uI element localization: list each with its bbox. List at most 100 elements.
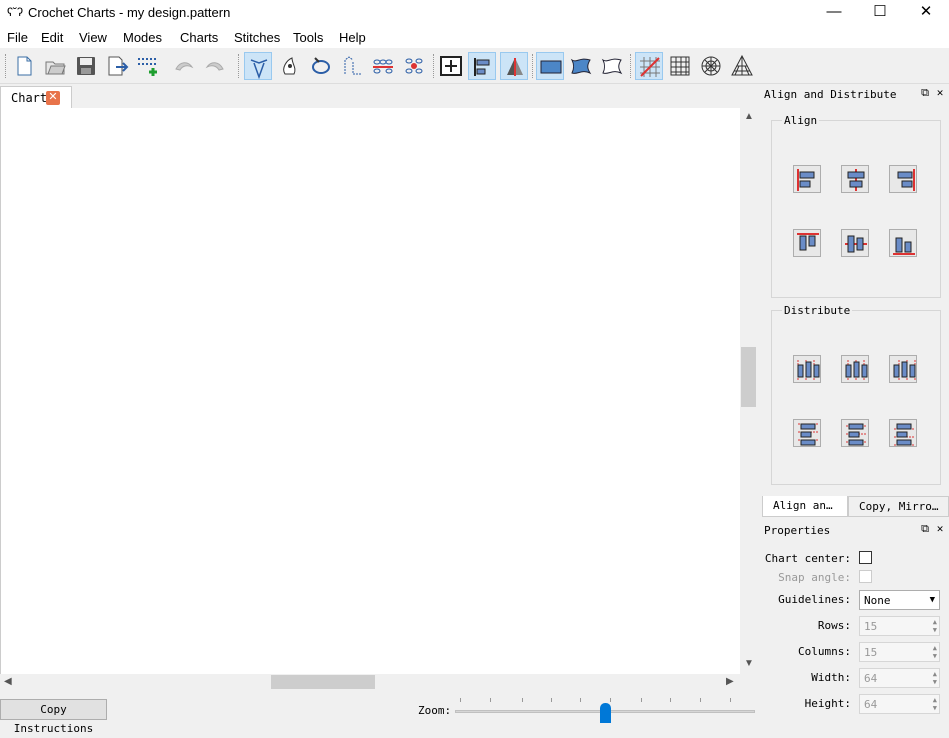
align-right-icon[interactable] [889, 165, 917, 193]
fit-view-icon[interactable] [437, 52, 465, 80]
crochet-icon: ʕ˘ʔ [7, 5, 23, 19]
align-left-icon[interactable] [793, 165, 821, 193]
columns-value: 15 [864, 646, 878, 659]
align-v-center-icon[interactable] [841, 229, 869, 257]
indicator-mode-icon[interactable] [338, 52, 366, 80]
properties-title: Properties [764, 524, 831, 537]
align-distribute-title: Align and Distribute [764, 88, 897, 101]
rows-row: Rows: 15 ▲ ▼ [762, 614, 949, 638]
menu-file[interactable]: File [7, 30, 28, 45]
menu-bar: File Edit View Modes Charts Stitches Too… [0, 26, 949, 48]
distribute-v-center-icon[interactable] [841, 419, 869, 447]
dock-tab-bar: Align an… Copy, Mirro… [762, 495, 949, 517]
height-spinbox[interactable]: 64 ▲ ▼ [859, 694, 940, 714]
tab-chart[interactable]: Chart ✕ [0, 86, 72, 108]
distribute-group: Distribute [771, 304, 941, 485]
tab-align-distribute[interactable]: Align an… [762, 496, 848, 517]
align-icon[interactable] [468, 52, 496, 80]
zoom-slider-handle[interactable] [600, 703, 611, 723]
menu-modes[interactable]: Modes [123, 30, 162, 45]
triangle-guidelines-icon[interactable] [728, 52, 756, 80]
close-button[interactable]: ✕ [903, 0, 949, 26]
free-select-icon[interactable] [598, 52, 626, 80]
round-guidelines-icon[interactable] [697, 52, 725, 80]
scroll-left-icon[interactable]: ◀ [4, 676, 12, 687]
color-mode-icon[interactable] [276, 52, 304, 80]
horizontal-scroll-thumb[interactable] [271, 675, 375, 689]
tab-copy-mirror[interactable]: Copy, Mirro… [848, 496, 949, 517]
close-icon[interactable]: ✕ [933, 86, 947, 99]
chart-center-label: Chart center: [764, 552, 851, 565]
minimize-button[interactable]: — [811, 0, 857, 26]
menu-tools[interactable]: Tools [293, 30, 323, 45]
title-bar: ʕ˘ʔ Crochet Charts - my design.pattern —… [0, 0, 949, 26]
float-icon[interactable]: ⧉ [918, 86, 932, 100]
undo-icon[interactable] [170, 52, 198, 80]
toolbar-handle [5, 54, 6, 78]
maximize-button[interactable]: ☐ [857, 0, 903, 26]
vertical-scroll-thumb[interactable] [741, 347, 756, 407]
distribute-right-icon[interactable] [889, 355, 917, 383]
snap-angle-row: Snap angle: [762, 566, 949, 590]
scroll-right-icon[interactable]: ▶ [726, 676, 734, 687]
grid-guidelines-icon[interactable] [666, 52, 694, 80]
align-top-icon[interactable] [793, 229, 821, 257]
scroll-down-icon[interactable]: ▼ [744, 658, 754, 669]
horizontal-scrollbar[interactable]: ◀ ▶ [0, 674, 740, 690]
tab-chart-label: Chart [11, 91, 48, 105]
width-row: Width: 64 ▲ ▼ [762, 666, 949, 690]
stitch-edit-mode-icon[interactable] [244, 52, 272, 80]
spin-arrows-icon[interactable]: ▲ ▼ [933, 670, 937, 686]
menu-stitches[interactable]: Stitches [234, 30, 280, 45]
distribute-h-center-icon[interactable] [841, 355, 869, 383]
columns-label: Columns: [798, 645, 851, 658]
save-icon[interactable] [72, 52, 100, 80]
distribute-bottom-icon[interactable] [889, 419, 917, 447]
spin-arrows-icon[interactable]: ▲ ▼ [933, 696, 937, 712]
chevron-down-icon: ▼ [929, 595, 935, 605]
rectangle-select-icon[interactable] [536, 52, 564, 80]
snap-angle-checkbox[interactable] [859, 570, 872, 583]
mirror-icon[interactable] [500, 52, 528, 80]
menu-edit[interactable]: Edit [41, 30, 63, 45]
align-bottom-icon[interactable] [889, 229, 917, 257]
row-edit-icon[interactable] [369, 52, 397, 80]
properties-header: Properties ⧉ ✕ [762, 520, 949, 540]
width-label: Width: [811, 671, 851, 684]
guidelines-select[interactable]: None ▼ [859, 590, 940, 610]
guidelines-none-icon[interactable] [635, 52, 663, 80]
new-document-icon[interactable] [10, 52, 38, 80]
align-group: Align [771, 114, 941, 298]
vertical-scrollbar[interactable]: ▲ ▼ [740, 108, 757, 674]
rows-spinbox[interactable]: 15 ▲ ▼ [859, 616, 940, 636]
columns-spinbox[interactable]: 15 ▲ ▼ [859, 642, 940, 662]
menu-help[interactable]: Help [339, 30, 366, 45]
scroll-up-icon[interactable]: ▲ [744, 111, 754, 122]
add-chart-icon[interactable] [134, 52, 162, 80]
menu-view[interactable]: View [79, 30, 107, 45]
align-h-center-icon[interactable] [841, 165, 869, 193]
redo-icon[interactable] [201, 52, 229, 80]
width-spinbox[interactable]: 64 ▲ ▼ [859, 668, 940, 688]
chart-canvas[interactable] [0, 108, 740, 674]
distribute-top-icon[interactable] [793, 419, 821, 447]
close-icon[interactable]: ✕ [933, 522, 947, 535]
close-icon[interactable]: ✕ [46, 91, 60, 105]
align-group-title: Align [782, 114, 820, 127]
align-distribute-panel: Align and Distribute ⧉ ✕ Align Distribut… [762, 84, 949, 495]
float-icon[interactable]: ⧉ [918, 522, 932, 536]
open-icon[interactable] [41, 52, 69, 80]
grid-icon-2[interactable] [400, 52, 428, 80]
export-icon[interactable] [103, 52, 131, 80]
menu-charts[interactable]: Charts [180, 30, 218, 45]
spin-arrows-icon[interactable]: ▲ ▼ [933, 644, 937, 660]
copy-instructions-button[interactable]: Copy Instructions [0, 699, 107, 735]
snap-angle-label: Snap angle: [778, 571, 851, 584]
rows-label: Rows: [817, 619, 851, 632]
chart-center-checkbox[interactable] [859, 551, 872, 564]
create-rows-icon[interactable] [307, 52, 335, 80]
window-title: Crochet Charts - my design.pattern [28, 5, 231, 20]
lasso-select-icon[interactable] [567, 52, 595, 80]
spin-arrows-icon[interactable]: ▲ ▼ [933, 618, 937, 634]
distribute-left-icon[interactable] [793, 355, 821, 383]
